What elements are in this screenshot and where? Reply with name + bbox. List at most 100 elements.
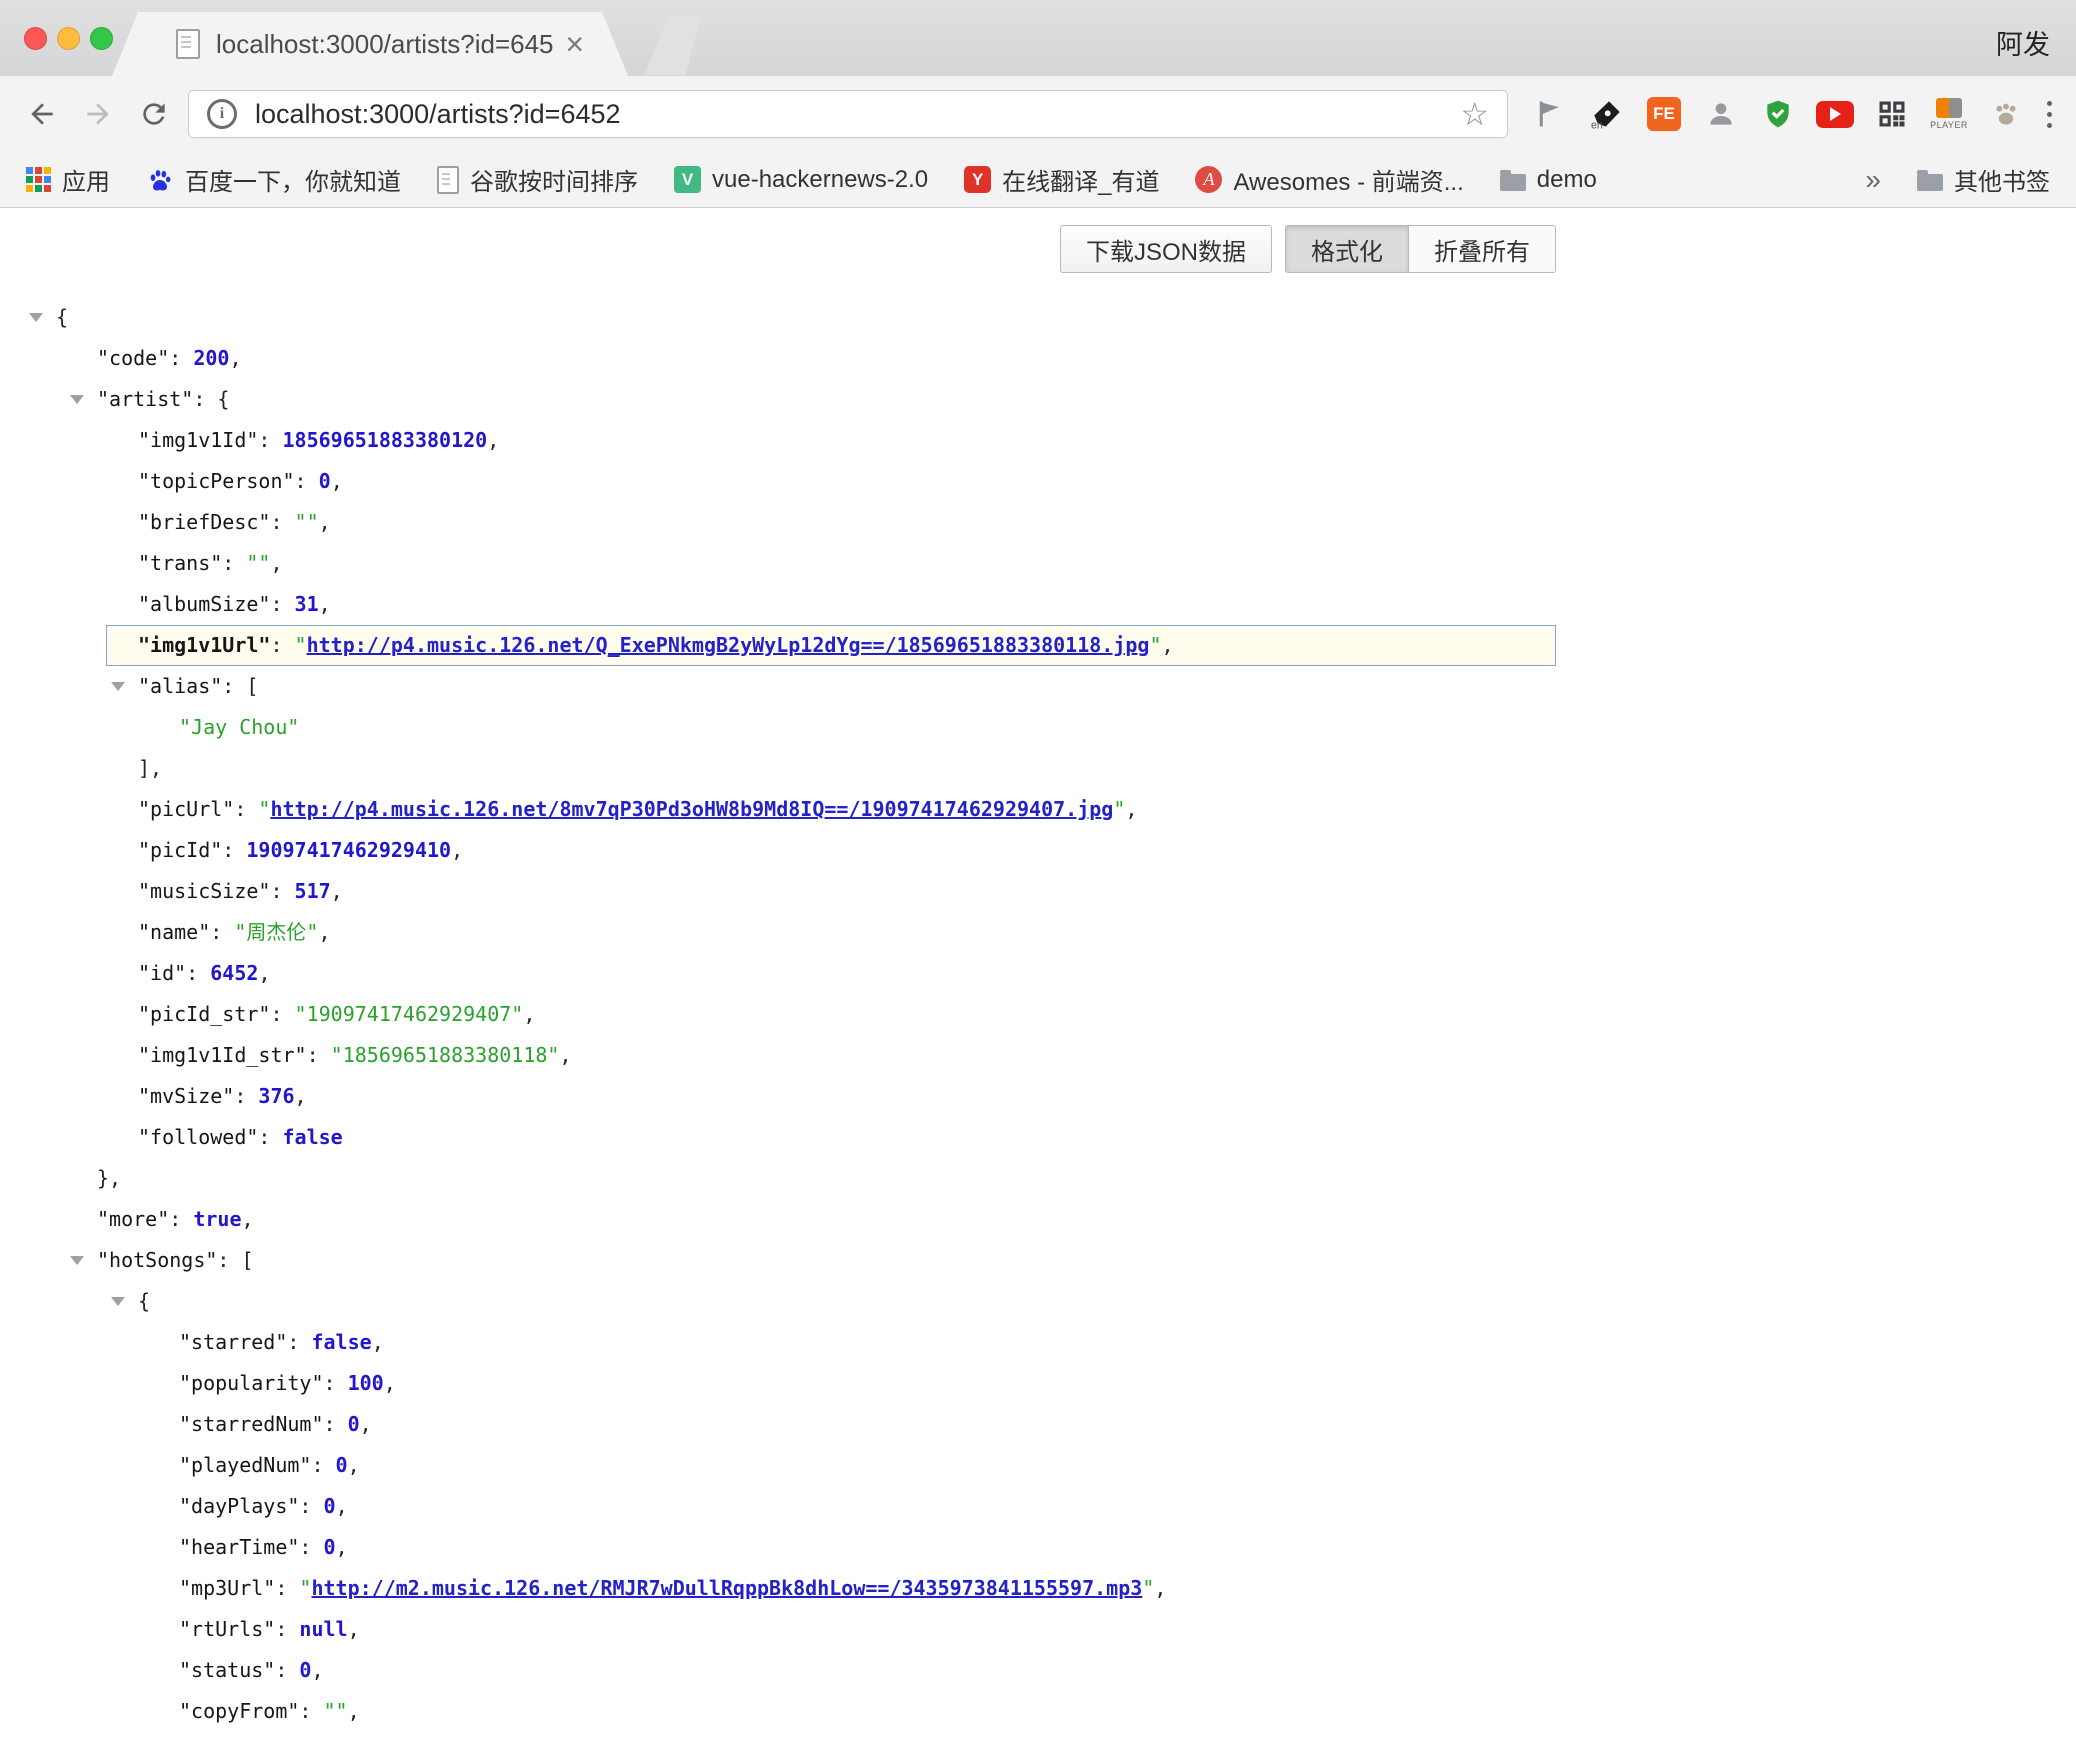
minimize-window-button[interactable] — [57, 27, 80, 50]
json-token: , — [360, 1412, 372, 1436]
tab-close-icon[interactable]: × — [565, 28, 584, 60]
bookmark-item-baidu[interactable]: 百度一下，你就知道 — [146, 162, 401, 197]
bookmark-item-vue-hackernews[interactable]: V vue-hackernews-2.0 — [674, 166, 928, 194]
youtube-extension-button[interactable] — [1815, 90, 1855, 138]
json-url-link[interactable]: http://m2.music.126.net/RMJR7wDullRqppBk… — [311, 1576, 1142, 1600]
json-token: null — [299, 1617, 347, 1641]
json-token: : — [222, 838, 246, 862]
json-token: "" — [324, 1699, 348, 1723]
bookmarks-overflow-icon[interactable]: » — [1865, 164, 1881, 196]
json-token: "briefDesc" — [138, 510, 270, 534]
bookmark-item-apps[interactable]: 应用 — [26, 162, 110, 197]
fe-extension-button[interactable]: FE — [1644, 90, 1684, 138]
back-button[interactable] — [20, 92, 64, 136]
bookmark-label: 谷歌按时间排序 — [470, 162, 638, 197]
json-token: : — [299, 1494, 323, 1518]
bookmark-star-icon[interactable]: ☆ — [1460, 98, 1489, 130]
json-token: "18569651883380118" — [331, 1043, 560, 1067]
close-window-button[interactable] — [24, 27, 47, 50]
json-line: "more": true, — [0, 1199, 2076, 1240]
format-button[interactable]: 格式化 — [1286, 226, 1408, 272]
json-token: " — [1149, 633, 1161, 657]
json-token: "img1v1Id" — [138, 428, 258, 452]
json-url-link[interactable]: http://p4.music.126.net/Q_ExePNkmgB2yWyL… — [307, 633, 1150, 657]
collapse-all-button[interactable]: 折叠所有 — [1408, 226, 1555, 272]
json-token: "img1v1Url" — [138, 633, 270, 657]
json-token: , — [336, 1535, 348, 1559]
page-content: 下载JSON数据 格式化 折叠所有 {"code": 200,"artist":… — [0, 209, 2076, 1754]
bookmark-item-google-sort[interactable]: 谷歌按时间排序 — [437, 162, 638, 197]
json-token: "musicSize" — [138, 879, 270, 903]
json-token: 200 — [193, 346, 229, 370]
json-token: { — [217, 387, 229, 411]
json-line: "hearTime": 0, — [0, 1527, 2076, 1568]
json-token: , — [1125, 797, 1137, 821]
json-token: "topicPerson" — [138, 469, 295, 493]
bookmark-item-awesomes[interactable]: A Awesomes - 前端资... — [1195, 162, 1463, 197]
json-token: , — [319, 510, 331, 534]
json-token: : — [270, 1002, 294, 1026]
folder-icon — [1500, 174, 1526, 191]
json-token: , — [1162, 633, 1174, 657]
reload-button[interactable] — [132, 92, 176, 136]
flag-extension-button[interactable] — [1530, 90, 1570, 138]
json-token: , — [319, 592, 331, 616]
json-token: 0 — [324, 1535, 336, 1559]
fullscreen-window-button[interactable] — [90, 27, 113, 50]
bookmark-item-youdao-translate[interactable]: Y 在线翻译_有道 — [964, 162, 1159, 197]
browser-tab[interactable]: localhost:3000/artists?id=645 × — [112, 12, 628, 76]
json-token: : — [324, 1371, 348, 1395]
json-token: , — [270, 551, 282, 575]
address-bar[interactable]: localhost:3000/artists?id=6452 ☆ — [188, 90, 1508, 138]
json-token: , — [487, 428, 499, 452]
browser-menu-button[interactable] — [2040, 98, 2058, 131]
document-icon — [437, 166, 459, 194]
bookmark-label: 百度一下，你就知道 — [185, 162, 401, 197]
json-token: : — [222, 674, 246, 698]
json-token: , — [295, 1084, 307, 1108]
qr-code-icon — [1877, 99, 1907, 129]
json-token: "mp3Url" — [179, 1576, 275, 1600]
json-token: 19097417462929410 — [246, 838, 451, 862]
json-line: }, — [0, 1158, 2076, 1199]
json-token: "more" — [97, 1207, 169, 1231]
json-line: "rtUrls": null, — [0, 1609, 2076, 1650]
json-line: "mvSize": 376, — [0, 1076, 2076, 1117]
bookmarks-bar: 应用 百度一下，你就知道 谷歌按时间排序 V vue-hackernews-2.… — [0, 152, 2076, 208]
player-caption: PLAYER — [1930, 120, 1968, 130]
profile-extension-button[interactable] — [1701, 90, 1741, 138]
tab-strip: localhost:3000/artists?id=645 × 阿发 — [0, 0, 2076, 76]
json-line: "hotSongs": [ — [0, 1240, 2076, 1281]
json-line: "img1v1Id_str": "18569651883380118", — [0, 1035, 2076, 1076]
json-token: , — [331, 879, 343, 903]
json-token: "picId" — [138, 838, 222, 862]
bookmark-label: vue-hackernews-2.0 — [712, 166, 928, 194]
json-token: "Jay Chou" — [179, 715, 299, 739]
bookmark-item-demo[interactable]: demo — [1500, 166, 1597, 194]
url-text[interactable]: localhost:3000/artists?id=6452 — [255, 99, 1446, 130]
json-token: 0 — [319, 469, 331, 493]
json-line: "topicPerson": 0, — [0, 461, 2076, 502]
qr-extension-button[interactable] — [1872, 90, 1912, 138]
json-url-link[interactable]: http://p4.music.126.net/8mv7qP30Pd3oHW8b… — [270, 797, 1113, 821]
json-token: "picUrl" — [138, 797, 234, 821]
json-token: "alias" — [138, 674, 222, 698]
json-token: : — [222, 551, 246, 575]
youdao-dict-extension-button[interactable]: en — [1587, 90, 1627, 138]
page-info-icon[interactable] — [207, 99, 237, 129]
download-json-button[interactable]: 下载JSON数据 — [1060, 225, 1272, 273]
player-extension-button[interactable]: PLAYER — [1929, 90, 1969, 138]
json-token: , — [331, 469, 343, 493]
json-token: "copyFrom" — [179, 1699, 299, 1723]
new-tab-button[interactable] — [644, 17, 700, 75]
json-line: ], — [0, 748, 2076, 789]
json-token: "name" — [138, 920, 210, 944]
json-token: : — [270, 633, 294, 657]
json-token: , — [1154, 1576, 1166, 1600]
bookmark-item-other-bookmarks[interactable]: 其他书签 — [1917, 162, 2050, 197]
forward-button[interactable] — [76, 92, 120, 136]
json-line: "mp3Url": "http://m2.music.126.net/RMJR7… — [0, 1568, 2076, 1609]
shield-extension-button[interactable] — [1758, 90, 1798, 138]
paw-extension-button[interactable] — [1986, 90, 2026, 138]
json-token: : — [234, 1084, 258, 1108]
